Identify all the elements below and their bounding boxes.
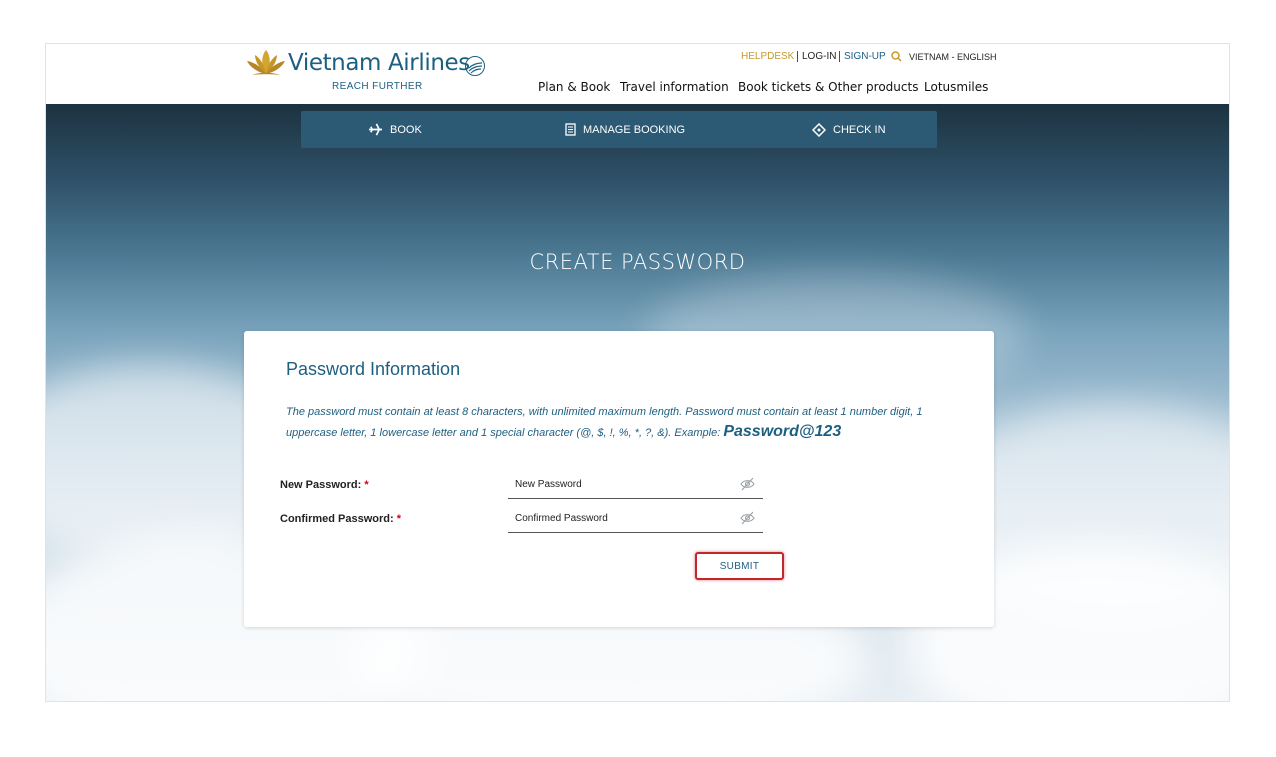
ticket-icon (812, 122, 826, 137)
language-selector[interactable]: VIETNAM - ENGLISH (909, 51, 997, 63)
required-marker: * (396, 513, 402, 525)
plane-icon (369, 123, 382, 136)
confirm-password-label: Confirmed Password: * (280, 513, 401, 525)
hero-section: BOOK MANAGE BOOKING CHECK IN CREATE PASS… (46, 104, 1229, 701)
password-requirements: The password must contain at least 8 cha… (286, 402, 946, 443)
nav-travel-information[interactable]: Travel information (620, 80, 729, 94)
tab-manage-booking-label: MANAGE BOOKING (583, 123, 686, 136)
nav-plan-book[interactable]: Plan & Book (538, 80, 610, 94)
lotus-logo-icon (247, 50, 285, 75)
booking-nav-bar: BOOK MANAGE BOOKING CHECK IN (301, 111, 937, 148)
nav-lotusmiles[interactable]: Lotusmiles (924, 80, 988, 94)
new-password-label: New Password: * (280, 479, 369, 491)
password-form-card: Password Information The password must c… (244, 331, 994, 627)
helpdesk-link[interactable]: HELPDESK (741, 51, 794, 63)
skyteam-icon (465, 56, 485, 76)
confirm-password-field (508, 504, 763, 533)
tab-manage-booking[interactable]: MANAGE BOOKING (565, 111, 685, 148)
tab-book[interactable]: BOOK (368, 111, 422, 148)
confirm-password-label-text: Confirmed Password: (280, 513, 394, 525)
password-example: Password@123 (723, 423, 842, 440)
eye-slash-icon[interactable] (740, 511, 755, 525)
browser-frame: Vietnam Airlines REACH FURTHER HELPDESK … (45, 43, 1230, 702)
eye-slash-icon[interactable] (740, 477, 755, 491)
submit-button[interactable]: SUBMIT (695, 552, 784, 580)
required-marker: * (364, 479, 369, 491)
tab-book-label: BOOK (390, 123, 422, 136)
section-title: Password Information (286, 359, 461, 379)
tagline: REACH FURTHER (332, 81, 423, 92)
new-password-input[interactable] (515, 476, 715, 492)
brand-name: Vietnam Airlines (288, 50, 470, 76)
new-password-field (508, 470, 763, 499)
site-header: Vietnam Airlines REACH FURTHER HELPDESK … (46, 44, 1229, 104)
confirm-password-input[interactable] (515, 510, 715, 526)
search-icon[interactable] (891, 51, 902, 62)
tab-check-in[interactable]: CHECK IN (812, 111, 886, 148)
divider (797, 51, 798, 62)
booking-icon (565, 123, 576, 136)
divider (839, 51, 840, 62)
nav-book-tickets[interactable]: Book tickets & Other products (738, 80, 918, 94)
page-title: CREATE PASSWORD (529, 250, 746, 274)
new-password-label-text: New Password: (280, 479, 362, 491)
login-link[interactable]: LOG-IN (802, 51, 836, 63)
vietnam-airlines-logo[interactable]: Vietnam Airlines REACH FURTHER (244, 46, 494, 94)
signup-link[interactable]: SIGN-UP (844, 51, 886, 63)
tab-check-in-label: CHECK IN (833, 123, 886, 136)
